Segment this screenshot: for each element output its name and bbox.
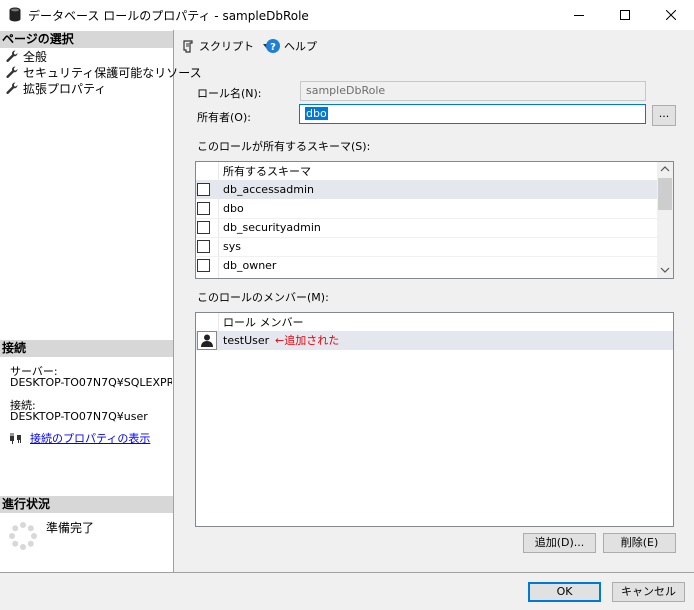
schemas-scrollbar[interactable]	[657, 162, 673, 278]
schema-checkbox[interactable]	[197, 183, 210, 196]
close-icon	[666, 10, 676, 20]
cancel-button[interactable]: キャンセル	[612, 582, 685, 602]
role-name-field[interactable]: sampleDbRole	[300, 81, 646, 101]
schema-name: db_owner	[223, 259, 277, 272]
script-button[interactable]: スクリプト	[182, 38, 271, 54]
connection-value: DESKTOP-TO07N7Q¥user	[10, 410, 148, 423]
page-item-general[interactable]: 全般	[6, 48, 47, 64]
schema-checkbox[interactable]	[197, 202, 210, 215]
add-member-button[interactable]: 追加(D)...	[523, 533, 596, 553]
chevron-down-icon[interactable]	[660, 267, 670, 273]
schema-row[interactable]: dbo	[196, 199, 658, 218]
owner-label: 所有者(O):	[197, 111, 251, 124]
database-icon	[9, 7, 21, 22]
member-name: testUser	[223, 334, 270, 347]
connection-header: 接続	[0, 340, 173, 357]
page-item-extended-properties[interactable]: 拡張プロパティ	[6, 80, 106, 96]
minimize-button[interactable]	[556, 0, 602, 30]
schema-name: db_securityadmin	[223, 221, 321, 234]
view-connection-properties-link[interactable]: 接続のプロパティの表示	[30, 430, 150, 446]
wrench-icon	[6, 82, 18, 94]
script-label: スクリプト	[199, 40, 254, 53]
connection-plug-icon	[10, 433, 21, 444]
page-item-label: 拡張プロパティ	[23, 81, 107, 96]
help-icon: ?	[266, 39, 280, 53]
help-button[interactable]: ? ヘルプ	[266, 38, 317, 54]
owner-browse-button[interactable]: ...	[652, 105, 676, 126]
minimize-icon	[574, 15, 584, 16]
owner-field[interactable]: dbo	[299, 104, 646, 124]
page-item-label: セキュリティ保護可能なリソース	[23, 65, 202, 80]
footer-divider	[0, 572, 694, 573]
window-title: データベース ロールのプロパティ - sampleDbRole	[28, 9, 309, 23]
help-label: ヘルプ	[284, 40, 317, 53]
schema-name: sys	[223, 240, 241, 253]
schema-row[interactable]: db_accessadmin	[196, 180, 658, 199]
chevron-up-icon[interactable]	[660, 166, 670, 172]
page-item-label: 全般	[23, 49, 48, 64]
ok-button[interactable]: OK	[528, 582, 601, 602]
schemas-grid: 所有するスキーマ db_accessadmin dbo db_securitya…	[195, 161, 674, 279]
progress-header: 進行状況	[0, 496, 173, 513]
schema-checkbox[interactable]	[197, 240, 210, 253]
members-label: このロールのメンバー(M):	[197, 291, 329, 304]
owner-value: dbo	[305, 107, 328, 120]
member-row[interactable]: testUser ←追加された	[196, 331, 673, 350]
user-icon	[201, 334, 213, 347]
progress-spinner-icon	[9, 522, 37, 550]
schema-row[interactable]: db_owner	[196, 256, 658, 275]
progress-status: 準備完了	[46, 521, 95, 535]
schemas-label: このロールが所有するスキーマ(S):	[197, 140, 371, 153]
view-connection-properties[interactable]: 接続のプロパティの表示	[9, 430, 150, 446]
script-icon	[183, 39, 193, 53]
schema-name: db_accessadmin	[223, 183, 314, 196]
schema-row[interactable]: db_securityadmin	[196, 218, 658, 237]
svg-text:?: ?	[270, 42, 276, 53]
schemas-column-header: 所有するスキーマ	[223, 165, 311, 178]
members-column-header: ロール メンバー	[223, 316, 304, 329]
member-annotation: ←追加された	[275, 334, 340, 347]
members-grid: ロール メンバー testUser ←追加された	[195, 312, 674, 527]
maximize-icon	[620, 10, 630, 20]
left-panel: ページの選択 全般 セキュリティ保護可能なリソース 拡張プロパティ 接続 サーバ…	[0, 30, 202, 572]
wrench-icon	[6, 66, 18, 78]
member-icon-cell	[197, 331, 217, 350]
schema-checkbox[interactable]	[197, 221, 210, 234]
schema-checkbox[interactable]	[197, 259, 210, 272]
server-value: DESKTOP-TO07N7Q¥SQLEXPR	[10, 376, 172, 389]
page-item-securables[interactable]: セキュリティ保護可能なリソース	[6, 64, 202, 80]
schema-name: dbo	[223, 202, 244, 215]
title-bar: データベース ロールのプロパティ - sampleDbRole	[0, 0, 694, 30]
schema-row[interactable]: sys	[196, 237, 658, 256]
close-button[interactable]	[648, 0, 694, 30]
page-select-header: ページの選択	[0, 31, 173, 48]
role-name-label: ロール名(N):	[197, 87, 262, 100]
scrollbar-thumb[interactable]	[658, 178, 672, 210]
wrench-icon	[6, 50, 18, 62]
maximize-button[interactable]	[602, 0, 648, 30]
remove-member-button[interactable]: 削除(E)	[603, 533, 676, 553]
